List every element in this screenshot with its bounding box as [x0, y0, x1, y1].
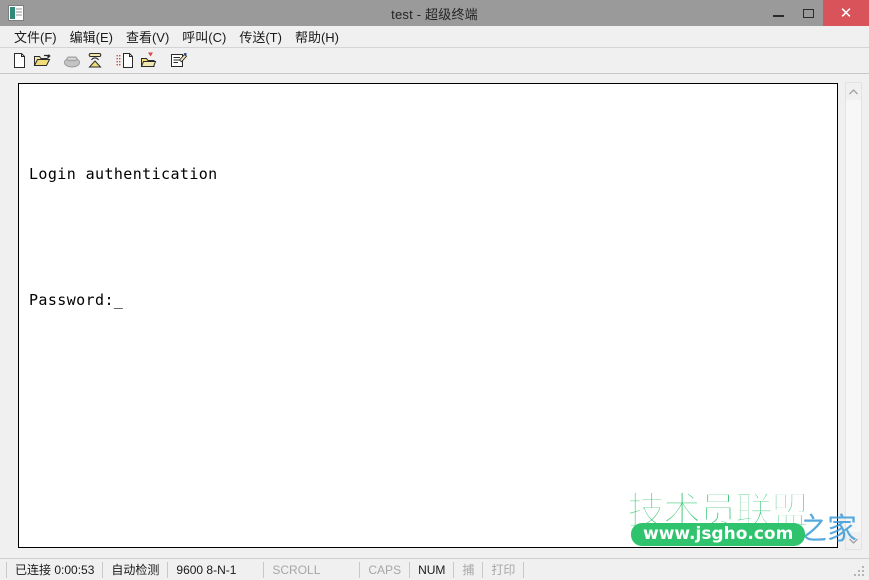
new-connection-icon — [13, 53, 25, 68]
maximize-button[interactable] — [793, 0, 823, 26]
menu-call[interactable]: 呼叫(C) — [178, 25, 235, 48]
receive-file-button[interactable] — [137, 50, 159, 72]
menu-edit[interactable]: 编辑(E) — [66, 25, 122, 48]
status-print: 打印 — [483, 561, 525, 578]
vertical-scrollbar[interactable] — [845, 82, 862, 550]
menu-transfer[interactable]: 传送(T) — [235, 25, 291, 48]
minimize-button[interactable] — [763, 0, 793, 26]
toolbar-separator-3 — [160, 50, 167, 72]
terminal-line-3: Password:_ — [29, 291, 124, 309]
send-file-icon — [116, 53, 133, 68]
open-connection-button[interactable] — [31, 50, 53, 72]
properties-button[interactable] — [167, 50, 189, 72]
client-area: Login authentication Password:_ 之家 技术员联盟… — [0, 74, 869, 558]
close-button[interactable]: ✕ — [823, 0, 869, 26]
send-file-button[interactable] — [114, 50, 136, 72]
status-bar: 已连接 0:00:53 自动检测 9600 8-N-1 SCROLL CAPS … — [0, 558, 869, 580]
open-folder-icon — [33, 54, 51, 66]
call-button[interactable] — [61, 50, 83, 72]
new-connection-button[interactable] — [8, 50, 30, 72]
toolbar-separator-1 — [54, 50, 61, 72]
hyperterminal-icon — [8, 5, 24, 21]
minimize-icon — [772, 15, 784, 17]
hyperterminal-window: test - 超级终端 ✕ 文件(F) 编辑(E) 查看(V) 呼叫(C) 传送… — [0, 0, 869, 580]
scroll-up-icon[interactable] — [846, 83, 861, 100]
receive-file-icon — [140, 52, 157, 67]
disconnect-phone-icon — [88, 53, 102, 68]
scrollbar-track[interactable] — [846, 100, 861, 532]
menu-bar: 文件(F) 编辑(E) 查看(V) 呼叫(C) 传送(T) 帮助(H) — [0, 26, 869, 48]
toolbar — [0, 48, 869, 74]
terminal-line-2 — [29, 219, 837, 255]
call-phone-icon — [64, 56, 80, 67]
status-capture: 捕 — [454, 561, 484, 578]
properties-icon — [171, 53, 187, 67]
status-scroll: SCROLL — [264, 561, 361, 578]
terminal-output: Login authentication Password:_ — [19, 84, 837, 345]
status-num: NUM — [410, 561, 455, 578]
maximize-icon — [802, 8, 814, 18]
menu-file[interactable]: 文件(F) — [10, 25, 66, 48]
terminal-line-1: Login authentication — [29, 165, 218, 183]
status-connected: 已连接 0:00:53 — [6, 561, 104, 578]
window-title: test - 超级终端 — [391, 6, 478, 22]
disconnect-button[interactable] — [84, 50, 106, 72]
terminal-panel[interactable]: Login authentication Password:_ — [18, 83, 838, 548]
status-autodetect: 自动检测 — [103, 561, 169, 578]
toolbar-separator-2 — [107, 50, 114, 72]
scroll-down-icon[interactable] — [846, 532, 861, 549]
close-icon: ✕ — [839, 4, 853, 22]
resize-grip-icon[interactable] — [854, 566, 866, 578]
screen: test - 超级终端 ✕ 文件(F) 编辑(E) 查看(V) 呼叫(C) 传送… — [0, 0, 869, 580]
menu-help[interactable]: 帮助(H) — [291, 25, 348, 48]
status-serial-settings: 9600 8-N-1 — [168, 561, 265, 578]
caption-buttons: ✕ — [763, 0, 869, 26]
menu-view[interactable]: 查看(V) — [122, 25, 178, 48]
title-bar[interactable]: test - 超级终端 ✕ — [0, 0, 869, 26]
status-caps: CAPS — [360, 561, 411, 578]
